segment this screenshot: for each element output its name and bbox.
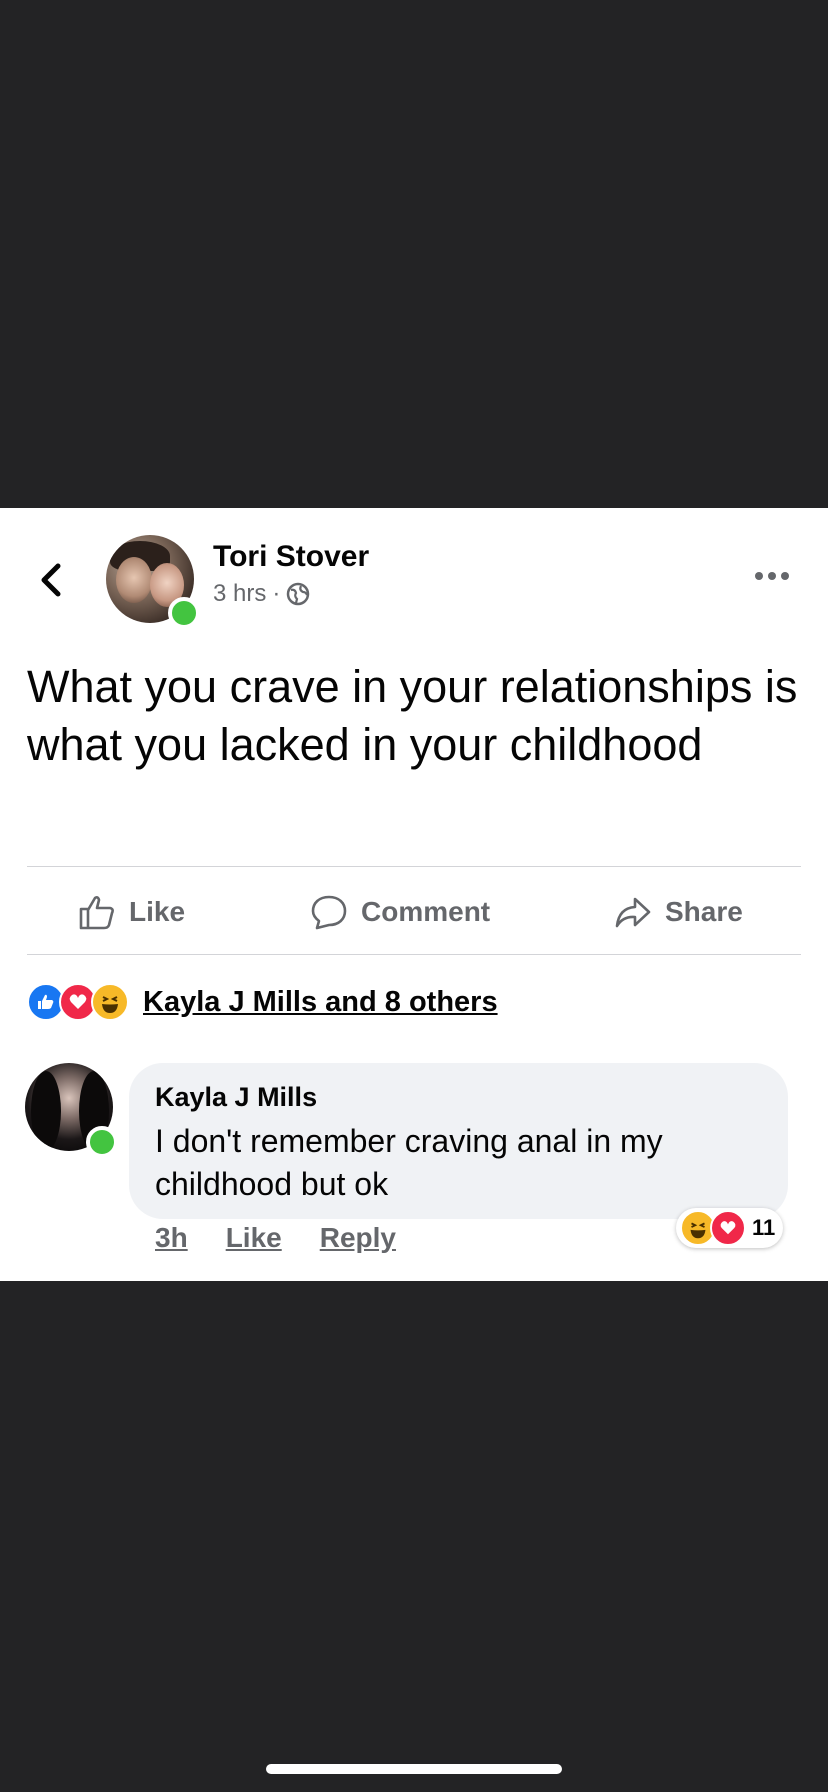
reactions-summary[interactable]: Kayla J Mills and 8 others [27, 982, 498, 1022]
avatar-hair [31, 1071, 61, 1151]
comment-text: I don't remember craving anal in my chil… [155, 1123, 663, 1202]
thumbs-up-icon [79, 896, 114, 930]
comment-label: Comment [361, 896, 491, 927]
meta-separator: · [272, 580, 281, 607]
home-indicator[interactable] [266, 1764, 562, 1774]
divider [27, 954, 801, 955]
back-chevron-icon[interactable] [36, 560, 66, 600]
more-options-icon[interactable] [755, 566, 795, 586]
share-icon [615, 897, 651, 928]
comment-author-name[interactable]: Kayla J Mills [155, 1082, 317, 1113]
post-meta: 3 hrs · [213, 580, 310, 608]
like-button[interactable]: Like [77, 890, 185, 934]
reactions-summary-text[interactable]: Kayla J Mills and 8 others [143, 986, 498, 1019]
comment-reply-button[interactable]: Reply [320, 1222, 396, 1254]
share-button[interactable]: Share [613, 890, 743, 934]
online-status-dot [86, 1126, 118, 1158]
comment-time[interactable]: 3h [155, 1222, 188, 1254]
comment-like-button[interactable]: Like [226, 1222, 282, 1254]
comment-button[interactable]: Comment [309, 890, 490, 934]
post-time[interactable]: 3 hrs [213, 580, 266, 608]
avatar-face [116, 557, 152, 603]
share-label: Share [665, 896, 743, 927]
globe-icon [287, 582, 310, 606]
comment-icon [311, 895, 347, 930]
online-status-dot [168, 597, 200, 629]
divider [27, 866, 801, 867]
comment-reaction-count: 11 [752, 1215, 776, 1240]
haha-reaction-icon [91, 983, 129, 1021]
comment-actions: 3h Like Reply [155, 1222, 396, 1254]
post-author-name[interactable]: Tori Stover [213, 540, 369, 574]
love-reaction-icon [710, 1210, 746, 1246]
like-label: Like [129, 896, 186, 927]
comment-reactions[interactable]: 11 [676, 1208, 784, 1248]
post-text: What you crave in your relationships is … [27, 661, 798, 770]
